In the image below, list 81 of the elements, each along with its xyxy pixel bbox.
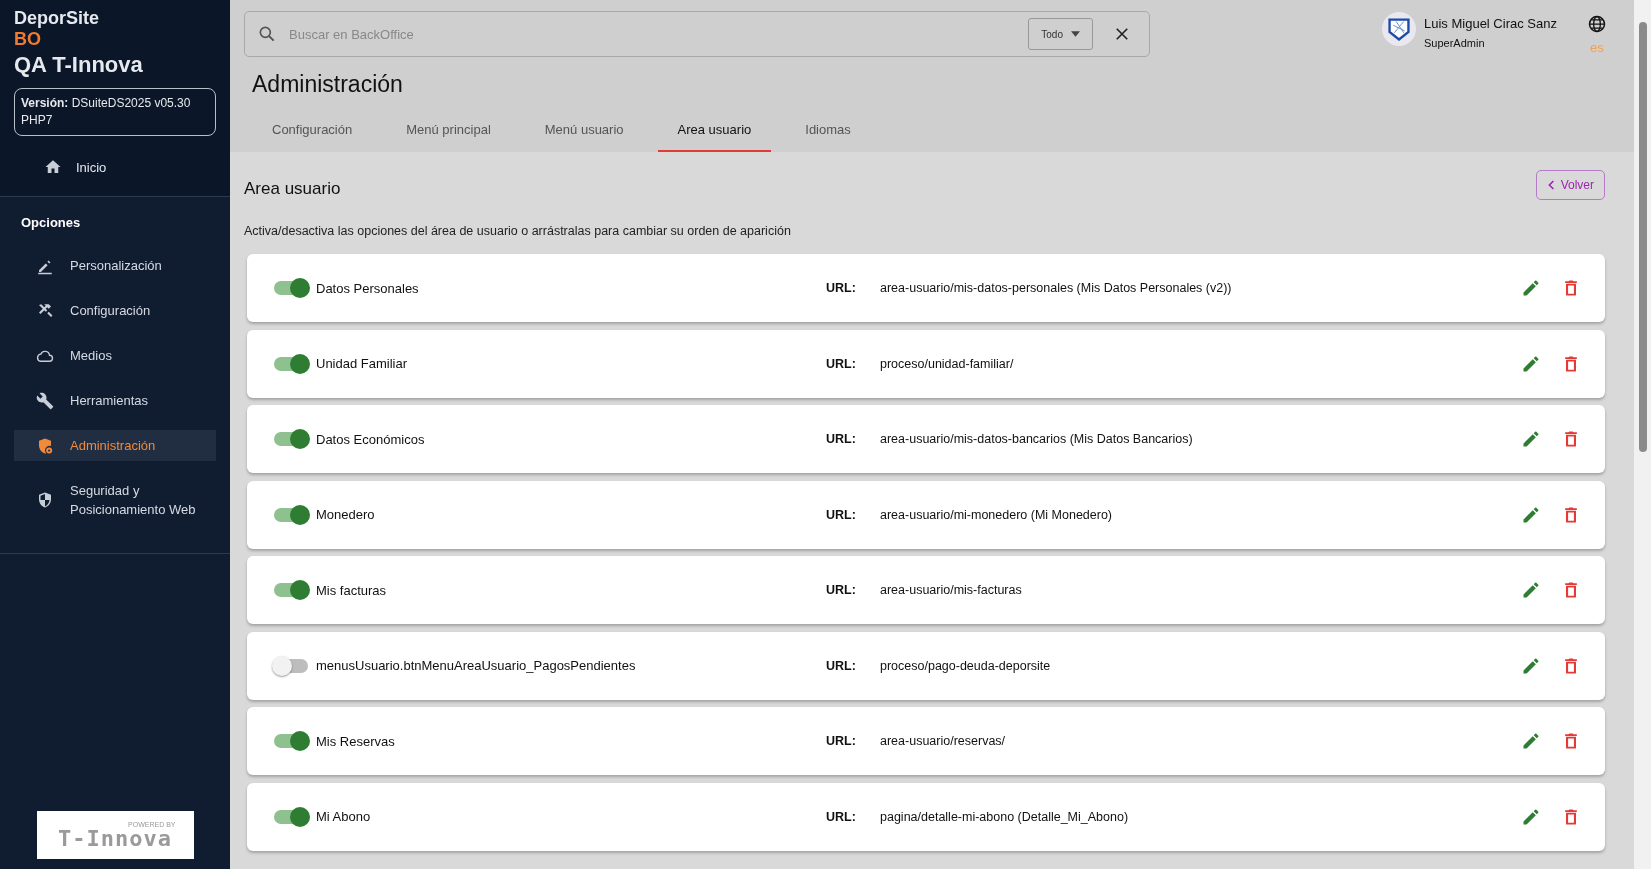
- url-label: URL:: [826, 658, 857, 673]
- toggle-switch[interactable]: [274, 809, 308, 824]
- search-icon: [257, 24, 277, 44]
- section-heading: Opciones: [21, 215, 82, 230]
- option-card[interactable]: Mis Reservas URL: area-usuario/reservas/: [247, 707, 1605, 775]
- brand-subtitle: BO: [14, 29, 42, 50]
- url-label: URL:: [826, 583, 857, 597]
- tab[interactable]: Idiomas: [785, 112, 871, 152]
- description-text: Activa/desactiva las opciones del área de usuario o arrástralas para cambiar su orden de aparición: [244, 224, 792, 238]
- url-label: URL:: [826, 356, 857, 371]
- tab[interactable]: Menú usuario: [524, 112, 644, 152]
- option-name: Mis Reservas: [316, 733, 396, 749]
- url-label: URL:: [826, 281, 857, 295]
- option-card[interactable]: Unidad Familiar URL: proceso/unidad-familiar/: [247, 329, 1605, 398]
- url-text: proceso/unidad-familiar/: [880, 356, 1015, 371]
- edit-icon[interactable]: [1521, 278, 1541, 298]
- option-card[interactable]: menusUsuario.btnMenuAreaUsuario_PagosPendientes URL: proceso/pago-deuda-deporsite: [247, 631, 1605, 700]
- option-card[interactable]: Monedero URL: area-usuario/mi-monedero (Mi Monedero): [247, 480, 1605, 549]
- option-name: Monedero: [316, 507, 376, 522]
- search-field[interactable]: Buscar en BackOffice Todo: [244, 11, 1150, 57]
- version-box: Versión: DSuiteDS2025 v05.30 PHP7: [14, 88, 216, 136]
- sidebar-item[interactable]: Seguridad y Posicionamiento Web: [14, 475, 216, 525]
- close-icon[interactable]: [1113, 25, 1131, 43]
- edit-icon[interactable]: [1521, 731, 1541, 751]
- url-label: URL:: [826, 809, 857, 824]
- url-text: area-usuario/mis-datos-personales (Mis Datos Personales (v2)): [880, 281, 1233, 295]
- option-name: Mis facturas: [316, 582, 388, 598]
- chevron-left-icon: [1546, 179, 1555, 191]
- url-text: area-usuario/mi-monedero (Mi Monedero): [880, 507, 1114, 522]
- url-label: URL:: [826, 507, 857, 522]
- option-name: Datos Personales: [316, 280, 420, 296]
- toggle-switch[interactable]: [274, 432, 308, 446]
- tools-icon: [36, 301, 54, 320]
- shield-icon: [36, 436, 54, 455]
- option-name: Datos Económicos: [316, 431, 426, 447]
- caret-icon: [1071, 31, 1080, 37]
- url-text: pagina/detalle-mi-abono (Detalle_Mi_Abono): [880, 809, 1130, 824]
- url-text: area-usuario/mis-datos-bancarios (Mis Datos Bancarios): [880, 432, 1194, 446]
- back-button[interactable]: Volver: [1535, 170, 1605, 200]
- sidebar-item[interactable]: Administración: [14, 430, 216, 461]
- user-name[interactable]: Luis Miguel Cirac Sanz: [1424, 16, 1557, 31]
- scope-dropdown[interactable]: Todo: [1028, 18, 1093, 50]
- user-avatar-icon[interactable]: [1382, 12, 1416, 46]
- toggle-switch[interactable]: [274, 583, 308, 597]
- option-card[interactable]: Datos Económicos URL: area-usuario/mis-datos-bancarios (Mis Datos Bancarios): [247, 405, 1605, 473]
- url-text: area-usuario/mis-facturas: [880, 583, 1023, 597]
- sidebar-item[interactable]: Configuración: [14, 295, 216, 326]
- edit-icon[interactable]: [1521, 429, 1541, 449]
- sidebar-item[interactable]: Medios: [14, 340, 216, 371]
- url-text: area-usuario/reservas/: [880, 734, 1007, 748]
- toggle-switch[interactable]: [274, 734, 308, 748]
- globe-icon[interactable]: [1586, 14, 1607, 34]
- option-name: Unidad Familiar: [316, 356, 409, 371]
- url-label: URL:: [826, 432, 857, 446]
- scrollbar[interactable]: [1634, 0, 1651, 869]
- edit-icon[interactable]: [1521, 580, 1541, 600]
- toggle-switch[interactable]: [274, 507, 308, 522]
- tab[interactable]: Area usuario: [657, 112, 772, 152]
- toggle-switch[interactable]: [274, 281, 308, 295]
- url-label: URL:: [826, 734, 857, 748]
- sidebar-item[interactable]: Herramientas: [14, 385, 216, 416]
- url-text: proceso/pago-deuda-deporsite: [880, 658, 1052, 673]
- option-card[interactable]: Datos Personales URL: area-usuario/mis-datos-personales (Mis Datos Personales (v2)): [247, 254, 1605, 322]
- wrench-icon: [36, 391, 54, 410]
- option-card[interactable]: Mis facturas URL: area-usuario/mis-facturas: [247, 556, 1605, 624]
- section-title: Area usuario: [244, 179, 341, 199]
- tab[interactable]: Configuración: [252, 112, 373, 152]
- option-name: menusUsuario.btnMenuAreaUsuario_PagosPendientes: [316, 658, 637, 673]
- option-card[interactable]: Mi Abono URL: pagina/detalle-mi-abono (Detalle_Mi_Abono): [247, 782, 1605, 851]
- toggle-switch[interactable]: [274, 658, 308, 673]
- toggle-switch[interactable]: [274, 356, 308, 371]
- tab[interactable]: Menú principal: [386, 112, 511, 152]
- page-title: Administración: [252, 71, 404, 98]
- home-icon: [44, 158, 62, 176]
- home-link[interactable]: Inicio: [14, 136, 216, 196]
- shield-icon: [36, 491, 54, 509]
- user-role: SuperAdmin: [1424, 37, 1486, 49]
- brand-name: DeporSite: [14, 8, 101, 29]
- site-name: QA T-Innova: [14, 52, 144, 78]
- sidebar-item[interactable]: Personalización: [14, 250, 216, 281]
- option-name: Mi Abono: [316, 809, 372, 824]
